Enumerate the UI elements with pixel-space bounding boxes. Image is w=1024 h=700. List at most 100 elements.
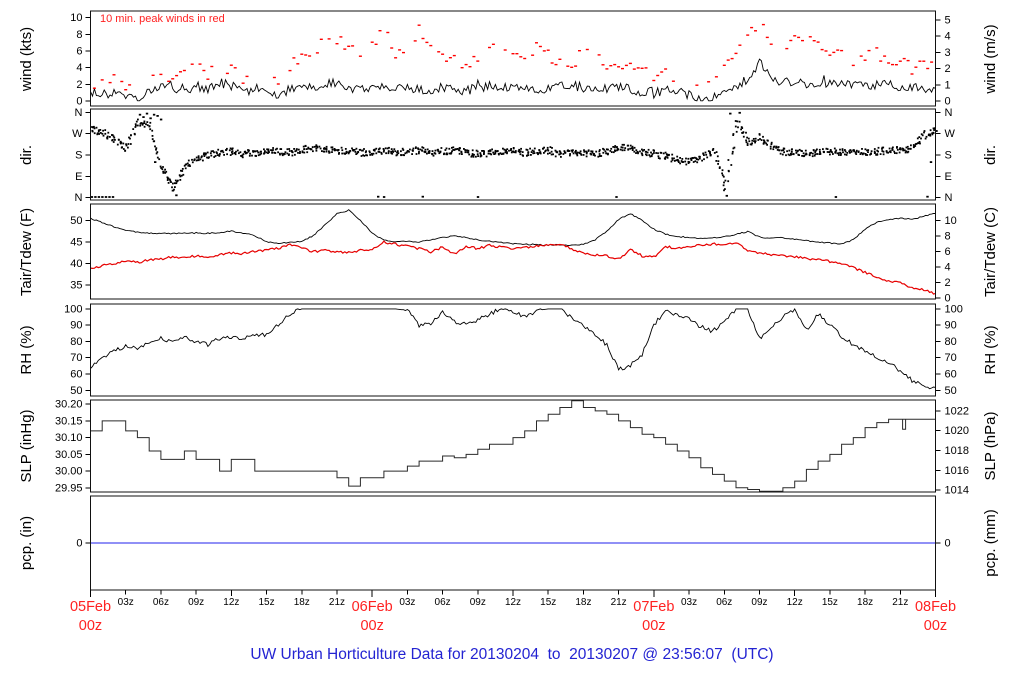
wind-peak-dot (875, 47, 879, 49)
dir-dot (633, 146, 636, 149)
dir-dot (538, 149, 541, 152)
dir-dot (209, 152, 212, 155)
dir-dot (879, 153, 882, 155)
dir-dot (271, 151, 273, 154)
dir-dot (547, 152, 549, 155)
dir-dot (839, 148, 841, 151)
dir-dot (182, 173, 185, 176)
dir-dot (304, 145, 307, 147)
dir-dot (197, 159, 200, 161)
dir-dot (657, 157, 660, 159)
dir-dot (496, 150, 499, 152)
wind-peak-dot (746, 34, 750, 36)
dir-dot (247, 149, 249, 151)
dir-dot (491, 148, 493, 151)
dir-dot (460, 150, 463, 153)
dir-dot (426, 148, 429, 151)
wind-peak-dot (417, 24, 421, 26)
dir-dot (159, 165, 162, 168)
dir-dot (582, 154, 585, 156)
wind-peak-dot (867, 49, 871, 52)
dir-dot (325, 150, 328, 153)
dir-dot (579, 150, 582, 153)
dir-dot (129, 143, 132, 145)
dir-dot (539, 151, 542, 153)
wind-peak-dot (714, 76, 718, 78)
dir-dot (297, 148, 300, 151)
dir-dot (548, 152, 551, 154)
dir-dot (558, 153, 561, 156)
dir-dot (361, 149, 363, 152)
wind-peak-dot (558, 58, 562, 60)
tdew-line (90, 240, 936, 295)
dir-dot (529, 147, 531, 150)
dir-dot (621, 149, 624, 152)
dir-dot (236, 149, 239, 152)
dir-dot (912, 146, 915, 149)
dir-dot (550, 150, 553, 153)
wind-peak-dot (824, 50, 828, 52)
dir-dot (135, 120, 138, 123)
dir-dot (231, 147, 234, 150)
dir-dot (920, 137, 922, 140)
x-tick-label: 12z (787, 597, 803, 608)
dir-dot (706, 156, 709, 159)
x-tick-label: 09z (470, 597, 486, 608)
dir-dot (612, 146, 615, 148)
dir-dot (783, 151, 785, 154)
dir-dot (822, 148, 824, 150)
y-tick-label: 3 (945, 47, 951, 59)
y-tick-label: 30.00 (55, 466, 83, 478)
dir-dot (499, 152, 502, 155)
y-tick-label: 1016 (945, 465, 969, 477)
dir-dot (915, 142, 918, 145)
wind-peak-dot (315, 52, 319, 54)
dir-dot (187, 159, 190, 162)
dir-dot (533, 152, 536, 154)
dir-dot (111, 134, 113, 136)
dir-dot (171, 189, 175, 192)
dir-dot (698, 155, 701, 158)
wind-peak-dot (640, 67, 644, 69)
dir-dot (104, 129, 107, 131)
dir-dot (929, 129, 932, 132)
wind-peak-dot (441, 53, 445, 55)
dir-dot (586, 151, 588, 154)
dir-dot (791, 148, 793, 151)
dir-dot (770, 143, 773, 146)
dir-dot (264, 150, 266, 152)
wind-peak-dot (464, 63, 468, 66)
dir-dot (701, 159, 703, 162)
dir-dot (840, 152, 842, 155)
wind-peak-dot (859, 55, 863, 57)
y-tick-label: 2 (945, 277, 951, 289)
dir-dot (754, 137, 757, 140)
wind-peak-dot (828, 54, 832, 56)
dir-dot (149, 121, 152, 124)
dir-dot (111, 139, 113, 142)
dir-dot (814, 153, 817, 156)
dir-dot (602, 147, 604, 150)
dir-dot (251, 154, 253, 157)
dir-dot (909, 147, 912, 150)
dir-dot (579, 152, 581, 155)
dir-dot (805, 153, 808, 156)
dir-dot (637, 151, 639, 154)
dir-dot (615, 196, 618, 198)
dir-dot (183, 164, 186, 167)
dir-dot (325, 148, 328, 151)
dir-dot (445, 147, 448, 150)
dir-dot (476, 196, 480, 198)
dir-dot (767, 139, 769, 142)
dir-dot (188, 164, 191, 166)
dir-dot (533, 150, 535, 153)
dir-dot (933, 129, 935, 131)
dir-dot (813, 149, 815, 152)
dir-dot (108, 196, 111, 198)
y-tick-label: 1018 (945, 445, 969, 457)
dir-dot (690, 159, 693, 161)
dir-dot (624, 147, 627, 149)
dir-dot (526, 149, 529, 151)
dir-dot (358, 149, 361, 151)
dir-dot (421, 149, 424, 152)
